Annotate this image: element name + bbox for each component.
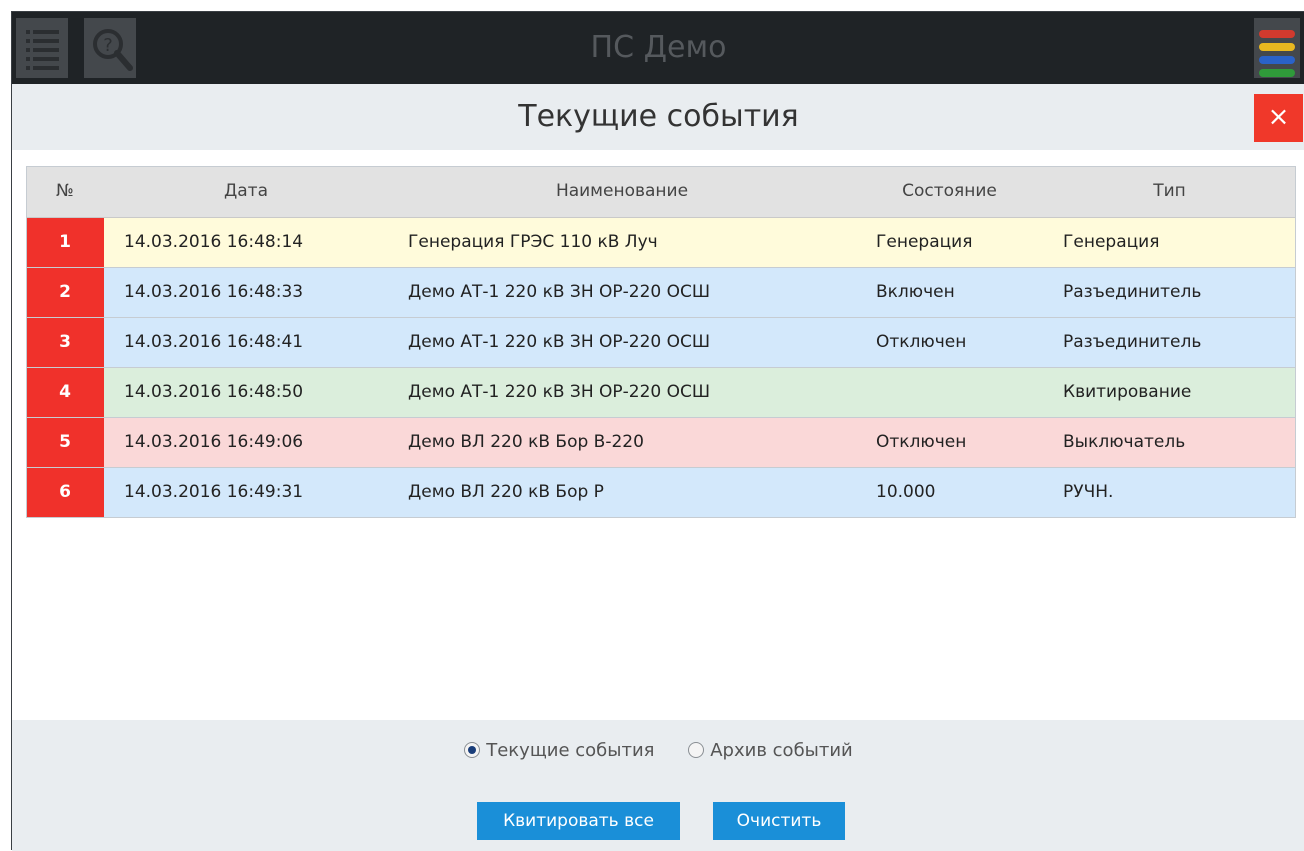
clear-button[interactable]: Очистить	[713, 802, 845, 840]
column-header-date[interactable]: Дата	[104, 166, 388, 218]
cell-name: Демо АТ-1 220 кВ ЗН ОР-220 ОСШ	[388, 267, 856, 318]
table-row[interactable]: 5 14.03.2016 16:49:06 Демо ВЛ 220 кВ Бор…	[26, 417, 1296, 468]
menu-stripe	[1259, 30, 1295, 38]
radio-current-label: Текущие события	[486, 740, 655, 761]
top-toolbar: ? ПС Демо	[12, 12, 1304, 84]
cell-state: Отключен	[856, 417, 1043, 468]
cell-date: 14.03.2016 16:48:33	[104, 267, 388, 318]
app-title: ПС Демо	[590, 30, 727, 65]
dialog-footer: Текущие события Архив событий Квитироват…	[12, 720, 1304, 851]
app-window: ? ПС Демо Текущие события × № Дата Наиме…	[11, 11, 1304, 851]
cell-type: Выключатель	[1043, 417, 1296, 468]
radio-current-events[interactable]: Текущие события	[464, 740, 655, 761]
table-row[interactable]: 6 14.03.2016 16:49:31 Демо ВЛ 220 кВ Бор…	[26, 467, 1296, 518]
cell-date: 14.03.2016 16:48:41	[104, 317, 388, 368]
cell-type: Генерация	[1043, 217, 1296, 268]
color-stripes-menu-icon[interactable]	[1254, 18, 1300, 78]
cell-name: Демо ВЛ 220 кВ Бор В-220	[388, 417, 856, 468]
radio-archive-label: Архив событий	[710, 740, 853, 761]
column-header-type[interactable]: Тип	[1043, 166, 1296, 218]
radio-unselected-icon	[688, 742, 705, 758]
cell-state: Включен	[856, 267, 1043, 318]
cell-type: Разъединитель	[1043, 267, 1296, 318]
cell-number: 1	[26, 217, 104, 268]
table-header-row: № Дата Наименование Состояние Тип	[26, 166, 1296, 218]
cell-number: 2	[26, 267, 104, 318]
cell-state: 10.000	[856, 467, 1043, 518]
cell-date: 14.03.2016 16:49:06	[104, 417, 388, 468]
cell-name: Генерация ГРЭС 110 кВ Луч	[388, 217, 856, 268]
menu-stripe	[1259, 43, 1295, 51]
dialog-title: Текущие события	[518, 99, 799, 134]
cell-state	[856, 367, 1043, 418]
cell-type: Квитирование	[1043, 367, 1296, 418]
menu-stripe	[1259, 69, 1295, 77]
acknowledge-all-button[interactable]: Квитировать все	[477, 802, 680, 840]
menu-stripe	[1259, 56, 1295, 64]
cell-number: 3	[26, 317, 104, 368]
events-table: № Дата Наименование Состояние Тип 1 14.0…	[26, 166, 1296, 518]
table-row[interactable]: 2 14.03.2016 16:48:33 Демо АТ-1 220 кВ З…	[26, 267, 1296, 318]
table-row[interactable]: 1 14.03.2016 16:48:14 Генерация ГРЭС 110…	[26, 217, 1296, 268]
dialog-header: Текущие события ×	[12, 84, 1304, 150]
cell-name: Демо АТ-1 220 кВ ЗН ОР-220 ОСШ	[388, 317, 856, 368]
close-button[interactable]: ×	[1254, 94, 1303, 142]
cell-state: Генерация	[856, 217, 1043, 268]
cell-number: 5	[26, 417, 104, 468]
column-header-name[interactable]: Наименование	[388, 166, 856, 218]
cell-date: 14.03.2016 16:49:31	[104, 467, 388, 518]
column-header-state[interactable]: Состояние	[856, 166, 1043, 218]
cell-date: 14.03.2016 16:48:14	[104, 217, 388, 268]
column-header-number[interactable]: №	[26, 166, 104, 218]
cell-number: 6	[26, 467, 104, 518]
event-mode-radio-group: Текущие события Архив событий	[12, 740, 1304, 761]
cell-name: Демо АТ-1 220 кВ ЗН ОР-220 ОСШ	[388, 367, 856, 418]
cell-number: 4	[26, 367, 104, 418]
cell-state: Отключен	[856, 317, 1043, 368]
radio-archive-events[interactable]: Архив событий	[688, 740, 853, 761]
cell-type: Разъединитель	[1043, 317, 1296, 368]
cell-name: Демо ВЛ 220 кВ Бор Р	[388, 467, 856, 518]
cell-type: РУЧН.	[1043, 467, 1296, 518]
table-row[interactable]: 4 14.03.2016 16:48:50 Демо АТ-1 220 кВ З…	[26, 367, 1296, 418]
cell-date: 14.03.2016 16:48:50	[104, 367, 388, 418]
table-row[interactable]: 3 14.03.2016 16:48:41 Демо АТ-1 220 кВ З…	[26, 317, 1296, 368]
events-dialog: Текущие события × № Дата Наименование Со…	[12, 84, 1304, 851]
radio-selected-icon	[464, 742, 481, 758]
